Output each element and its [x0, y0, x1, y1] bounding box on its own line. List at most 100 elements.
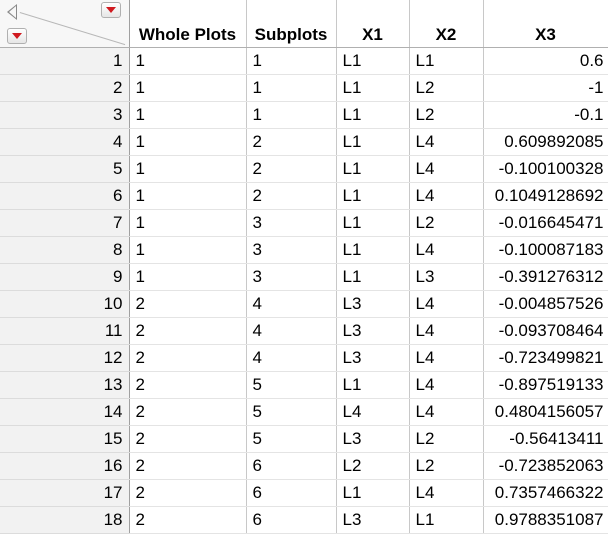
table-row[interactable]: 1 1 1 L1 L1 0.6	[0, 47, 608, 75]
cell-x3[interactable]: 0.609892085	[483, 128, 608, 156]
cell-x3[interactable]: 0.6	[483, 47, 608, 75]
row-number[interactable]: 17	[0, 479, 130, 507]
cell-whole-plots[interactable]: 1	[129, 182, 247, 210]
cell-x1[interactable]: L3	[336, 290, 410, 318]
cell-whole-plots[interactable]: 2	[129, 398, 247, 426]
table-row[interactable]: 7 1 3 L1 L2 -0.016645471	[0, 209, 608, 237]
rows-red-triangle-menu-icon[interactable]	[7, 28, 27, 44]
cell-x3[interactable]: -0.004857526	[483, 290, 608, 318]
cell-x2[interactable]: L2	[409, 209, 484, 237]
cell-x1[interactable]: L4	[336, 398, 410, 426]
cell-x2[interactable]: L2	[409, 74, 484, 102]
cell-x3[interactable]: 0.7357466322	[483, 479, 608, 507]
cell-x2[interactable]: L4	[409, 344, 484, 372]
cell-x3[interactable]: -0.56413411	[483, 425, 608, 453]
row-number[interactable]: 18	[0, 506, 130, 534]
row-number[interactable]: 1	[0, 47, 130, 75]
cell-x3[interactable]: -0.723852063	[483, 452, 608, 480]
row-number[interactable]: 14	[0, 398, 130, 426]
cell-whole-plots[interactable]: 2	[129, 371, 247, 399]
cell-x2[interactable]: L2	[409, 101, 484, 129]
cell-x2[interactable]: L4	[409, 236, 484, 264]
cell-whole-plots[interactable]: 1	[129, 101, 247, 129]
row-number[interactable]: 13	[0, 371, 130, 399]
cell-x1[interactable]: L1	[336, 209, 410, 237]
cell-x1[interactable]: L3	[336, 506, 410, 534]
row-number[interactable]: 4	[0, 128, 130, 156]
cell-subplots[interactable]: 3	[246, 263, 337, 291]
table-row[interactable]: 6 1 2 L1 L4 0.1049128692	[0, 182, 608, 210]
column-header-subplots[interactable]: Subplots	[246, 0, 337, 48]
cell-x2[interactable]: L2	[409, 425, 484, 453]
cell-x1[interactable]: L1	[336, 101, 410, 129]
table-row[interactable]: 8 1 3 L1 L4 -0.100087183	[0, 236, 608, 264]
table-row[interactable]: 14 2 5 L4 L4 0.4804156057	[0, 398, 608, 426]
cell-whole-plots[interactable]: 2	[129, 506, 247, 534]
cell-whole-plots[interactable]: 2	[129, 344, 247, 372]
table-row[interactable]: 2 1 1 L1 L2 -1	[0, 74, 608, 102]
cell-x1[interactable]: L1	[336, 74, 410, 102]
cell-subplots[interactable]: 4	[246, 290, 337, 318]
cell-x2[interactable]: L4	[409, 479, 484, 507]
cell-x2[interactable]: L4	[409, 182, 484, 210]
cell-x1[interactable]: L2	[336, 452, 410, 480]
cell-x3[interactable]: -0.100100328	[483, 155, 608, 183]
table-row[interactable]: 12 2 4 L3 L4 -0.723499821	[0, 344, 608, 372]
cell-whole-plots[interactable]: 2	[129, 317, 247, 345]
cell-x2[interactable]: L2	[409, 452, 484, 480]
cell-subplots[interactable]: 5	[246, 425, 337, 453]
cell-whole-plots[interactable]: 2	[129, 425, 247, 453]
row-number[interactable]: 5	[0, 155, 130, 183]
cell-x3[interactable]: 0.1049128692	[483, 182, 608, 210]
cell-subplots[interactable]: 1	[246, 47, 337, 75]
cell-x1[interactable]: L3	[336, 425, 410, 453]
cell-subplots[interactable]: 6	[246, 506, 337, 534]
cell-subplots[interactable]: 3	[246, 209, 337, 237]
cell-whole-plots[interactable]: 2	[129, 290, 247, 318]
cell-x3[interactable]: -0.723499821	[483, 344, 608, 372]
column-header-whole-plots[interactable]: Whole Plots	[129, 0, 247, 48]
left-arrow-icon[interactable]	[7, 4, 17, 20]
cell-subplots[interactable]: 2	[246, 128, 337, 156]
row-number[interactable]: 10	[0, 290, 130, 318]
cell-x3[interactable]: 0.4804156057	[483, 398, 608, 426]
cell-x2[interactable]: L4	[409, 317, 484, 345]
cell-x1[interactable]: L1	[336, 182, 410, 210]
cell-whole-plots[interactable]: 1	[129, 155, 247, 183]
cell-subplots[interactable]: 5	[246, 371, 337, 399]
row-number[interactable]: 9	[0, 263, 130, 291]
table-row[interactable]: 11 2 4 L3 L4 -0.093708464	[0, 317, 608, 345]
table-row[interactable]: 10 2 4 L3 L4 -0.004857526	[0, 290, 608, 318]
cell-x3[interactable]: -0.016645471	[483, 209, 608, 237]
column-header-x2[interactable]: X2	[409, 0, 484, 48]
cell-whole-plots[interactable]: 1	[129, 209, 247, 237]
table-row[interactable]: 15 2 5 L3 L2 -0.56413411	[0, 425, 608, 453]
cell-subplots[interactable]: 3	[246, 236, 337, 264]
row-number[interactable]: 7	[0, 209, 130, 237]
table-row[interactable]: 16 2 6 L2 L2 -0.723852063	[0, 452, 608, 480]
cell-subplots[interactable]: 1	[246, 74, 337, 102]
cell-whole-plots[interactable]: 2	[129, 479, 247, 507]
row-number[interactable]: 3	[0, 101, 130, 129]
table-row[interactable]: 9 1 3 L1 L3 -0.391276312	[0, 263, 608, 291]
cell-whole-plots[interactable]: 1	[129, 47, 247, 75]
row-number[interactable]: 2	[0, 74, 130, 102]
cell-x1[interactable]: L1	[336, 47, 410, 75]
row-number[interactable]: 15	[0, 425, 130, 453]
cell-whole-plots[interactable]: 1	[129, 263, 247, 291]
cell-whole-plots[interactable]: 2	[129, 452, 247, 480]
cell-x1[interactable]: L1	[336, 155, 410, 183]
cell-x3[interactable]: -1	[483, 74, 608, 102]
cell-x2[interactable]: L4	[409, 371, 484, 399]
cell-x1[interactable]: L1	[336, 263, 410, 291]
table-row[interactable]: 17 2 6 L1 L4 0.7357466322	[0, 479, 608, 507]
cell-whole-plots[interactable]: 1	[129, 128, 247, 156]
row-number[interactable]: 6	[0, 182, 130, 210]
cell-x2[interactable]: L4	[409, 155, 484, 183]
cell-x3[interactable]: -0.897519133	[483, 371, 608, 399]
table-row[interactable]: 13 2 5 L1 L4 -0.897519133	[0, 371, 608, 399]
cell-whole-plots[interactable]: 1	[129, 74, 247, 102]
cell-x2[interactable]: L4	[409, 128, 484, 156]
cell-subplots[interactable]: 6	[246, 479, 337, 507]
cell-x2[interactable]: L3	[409, 263, 484, 291]
